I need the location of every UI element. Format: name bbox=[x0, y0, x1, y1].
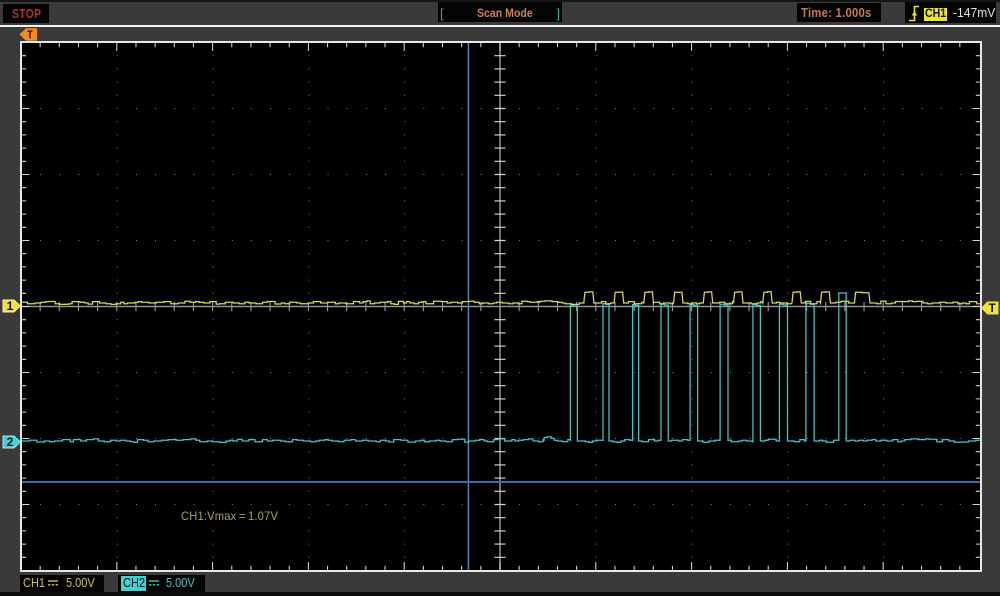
svg-text:1: 1 bbox=[7, 299, 14, 313]
svg-text:2: 2 bbox=[7, 435, 14, 449]
svg-text:T: T bbox=[989, 303, 996, 315]
